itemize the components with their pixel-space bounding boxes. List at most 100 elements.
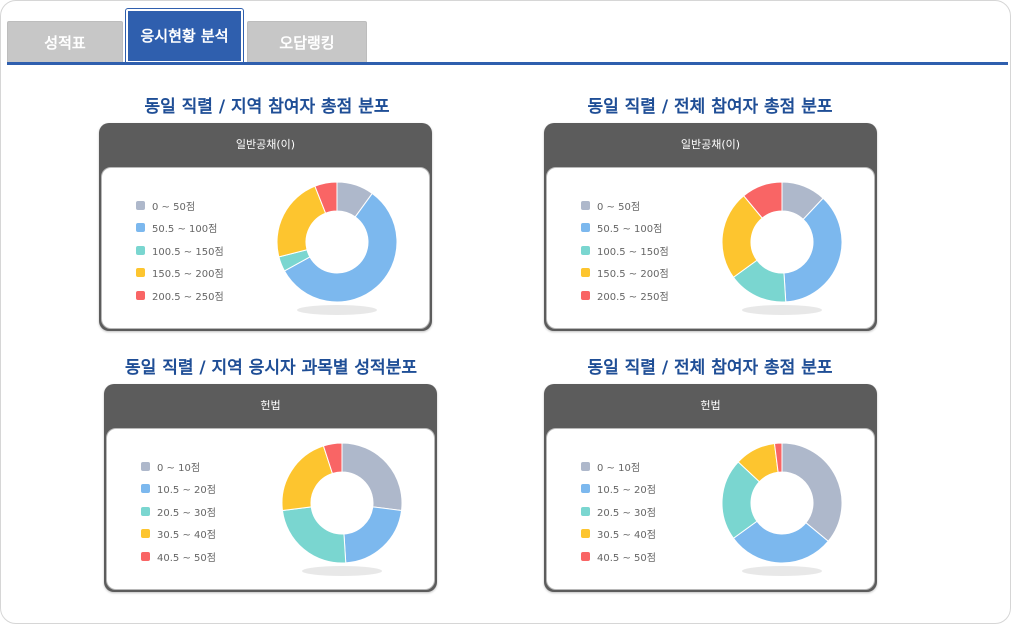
- legend-label: 20.5 ~ 30점: [597, 507, 656, 519]
- chart-card: 헌법 0 ~ 10점 10.5 ~ 20점 20.5 ~ 30점 30.5 ~ …: [544, 384, 877, 592]
- legend-item[interactable]: 20.5 ~ 30점: [141, 500, 216, 523]
- card-body: 0 ~ 50점 50.5 ~ 100점 100.5 ~ 150점 150.5 ~…: [546, 167, 875, 329]
- legend-item[interactable]: 0 ~ 50점: [136, 194, 224, 217]
- donut-slice[interactable]: [783, 197, 843, 303]
- legend-swatch: [136, 245, 145, 255]
- chart-legend: 0 ~ 10점 10.5 ~ 20점 20.5 ~ 30점 30.5 ~ 40점…: [141, 455, 216, 568]
- legend-item[interactable]: 10.5 ~ 20점: [141, 478, 216, 501]
- legend-swatch: [581, 268, 590, 278]
- legend-swatch: [581, 551, 590, 561]
- legend-swatch: [581, 506, 590, 516]
- panel-title: 동일 직렬 / 지역 응시자 과목별 성적분포: [125, 358, 417, 378]
- legend-label: 0 ~ 50점: [152, 201, 196, 213]
- donut-chart: [276, 182, 398, 315]
- legend-swatch: [581, 290, 590, 300]
- chart-legend: 0 ~ 50점 50.5 ~ 100점 100.5 ~ 150점 150.5 ~…: [136, 194, 224, 307]
- legend-item[interactable]: 20.5 ~ 30점: [581, 500, 656, 523]
- legend-label: 20.5 ~ 30점: [157, 507, 216, 519]
- donut-slice[interactable]: [281, 506, 347, 564]
- legend-item[interactable]: 0 ~ 10점: [581, 455, 656, 478]
- donut-shadow: [297, 305, 377, 315]
- tab-wrong-answer-ranking[interactable]: 오답랭킹: [247, 21, 367, 63]
- card-body: 0 ~ 10점 10.5 ~ 20점 20.5 ~ 30점 30.5 ~ 40점…: [106, 428, 435, 590]
- legend-label: 150.5 ~ 200점: [152, 269, 224, 281]
- legend-item[interactable]: 50.5 ~ 100점: [581, 217, 669, 240]
- card-body: 0 ~ 10점 10.5 ~ 20점 20.5 ~ 30점 30.5 ~ 40점…: [546, 428, 875, 590]
- legend-swatch: [141, 529, 150, 539]
- donut-slice[interactable]: [341, 443, 403, 512]
- legend-item[interactable]: 100.5 ~ 150점: [581, 239, 669, 262]
- legend-label: 0 ~ 10점: [597, 462, 641, 474]
- chart-legend: 0 ~ 50점 50.5 ~ 100점 100.5 ~ 150점 150.5 ~…: [581, 194, 669, 307]
- legend-swatch: [141, 484, 150, 494]
- legend-label: 50.5 ~ 100점: [597, 224, 663, 236]
- card-body: 0 ~ 50점 50.5 ~ 100점 100.5 ~ 150점 150.5 ~…: [101, 167, 430, 329]
- legend-swatch: [136, 290, 145, 300]
- donut-slice[interactable]: [276, 185, 327, 258]
- window-frame: 성적표 응시현황 분석 오답랭킹 동일 직렬 / 지역 참여자 총점 분포 일반…: [0, 0, 1011, 624]
- legend-swatch: [141, 506, 150, 516]
- legend-swatch: [581, 484, 590, 494]
- donut-slice[interactable]: [781, 443, 843, 542]
- legend-label: 100.5 ~ 150점: [597, 246, 669, 258]
- legend-swatch: [136, 223, 145, 233]
- legend-label: 100.5 ~ 150점: [152, 246, 224, 258]
- card-header: 헌법: [700, 399, 721, 412]
- legend-label: 0 ~ 10점: [157, 462, 201, 474]
- legend-label: 30.5 ~ 40점: [157, 530, 216, 542]
- card-header: 일반공채(이): [680, 138, 741, 151]
- legend-label: 0 ~ 50점: [597, 201, 641, 213]
- legend-item[interactable]: 30.5 ~ 40점: [581, 523, 656, 546]
- legend-swatch: [141, 461, 150, 471]
- legend-item[interactable]: 40.5 ~ 50점: [141, 545, 216, 568]
- legend-label: 200.5 ~ 250점: [152, 291, 224, 303]
- chart-legend: 0 ~ 10점 10.5 ~ 20점 20.5 ~ 30점 30.5 ~ 40점…: [581, 455, 656, 568]
- legend-item[interactable]: 200.5 ~ 250점: [136, 284, 224, 307]
- donut-slice[interactable]: [343, 506, 403, 564]
- legend-label: 30.5 ~ 40점: [597, 530, 656, 542]
- legend-label: 10.5 ~ 20점: [597, 485, 656, 497]
- legend-swatch: [136, 268, 145, 278]
- legend-swatch: [581, 200, 590, 210]
- legend-item[interactable]: 150.5 ~ 200점: [581, 262, 669, 285]
- legend-swatch: [581, 223, 590, 233]
- legend-item[interactable]: 30.5 ~ 40점: [141, 523, 216, 546]
- tab-underline: [7, 62, 1008, 65]
- chart-card: 헌법 0 ~ 10점 10.5 ~ 20점 20.5 ~ 30점 30.5 ~ …: [104, 384, 437, 592]
- legend-label: 40.5 ~ 50점: [597, 552, 656, 564]
- legend-swatch: [141, 551, 150, 561]
- legend-label: 40.5 ~ 50점: [157, 552, 216, 564]
- donut-slice[interactable]: [281, 445, 334, 512]
- donut-chart: [721, 443, 843, 576]
- legend-label: 200.5 ~ 250점: [597, 291, 669, 303]
- donut-shadow: [742, 305, 822, 315]
- legend-swatch: [136, 200, 145, 210]
- legend-swatch: [581, 461, 590, 471]
- chart-card: 일반공채(이) 0 ~ 50점 50.5 ~ 100점 100.5 ~ 150점…: [544, 123, 877, 331]
- legend-swatch: [581, 529, 590, 539]
- donut-chart: [721, 182, 843, 315]
- panel-title: 동일 직렬 / 지역 참여자 총점 분포: [144, 97, 390, 117]
- donut-shadow: [742, 566, 822, 576]
- legend-label: 10.5 ~ 20점: [157, 485, 216, 497]
- legend-label: 50.5 ~ 100점: [152, 224, 218, 236]
- legend-item[interactable]: 150.5 ~ 200점: [136, 262, 224, 285]
- legend-item[interactable]: 100.5 ~ 150점: [136, 239, 224, 262]
- legend-label: 150.5 ~ 200점: [597, 269, 669, 281]
- card-header: 일반공채(이): [235, 138, 296, 151]
- tab-report-card[interactable]: 성적표: [7, 21, 123, 63]
- legend-item[interactable]: 0 ~ 10점: [141, 455, 216, 478]
- tab-exam-status-analysis[interactable]: 응시현황 분석: [126, 9, 243, 63]
- panel-title: 동일 직렬 / 전체 참여자 총점 분포: [587, 358, 833, 378]
- legend-item[interactable]: 0 ~ 50점: [581, 194, 669, 217]
- legend-swatch: [581, 245, 590, 255]
- legend-item[interactable]: 40.5 ~ 50점: [581, 545, 656, 568]
- panel-title: 동일 직렬 / 전체 참여자 총점 분포: [587, 97, 833, 117]
- donut-shadow: [302, 566, 382, 576]
- legend-item[interactable]: 10.5 ~ 20점: [581, 478, 656, 501]
- legend-item[interactable]: 50.5 ~ 100점: [136, 217, 224, 240]
- card-header: 헌법: [260, 399, 281, 412]
- donut-chart: [281, 443, 403, 576]
- chart-card: 일반공채(이) 0 ~ 50점 50.5 ~ 100점 100.5 ~ 150점…: [99, 123, 432, 331]
- legend-item[interactable]: 200.5 ~ 250점: [581, 284, 669, 307]
